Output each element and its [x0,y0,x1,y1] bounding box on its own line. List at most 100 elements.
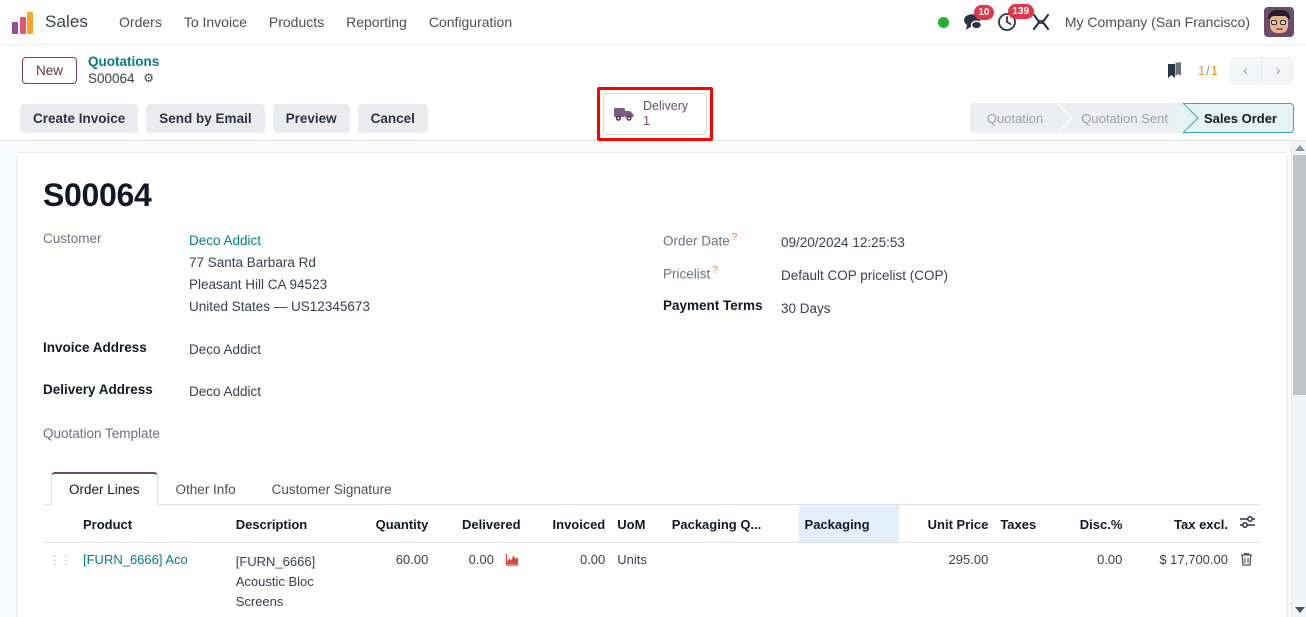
status-quotation[interactable]: Quotation [970,103,1059,133]
pager-next-button[interactable]: › [1262,56,1294,85]
gear-icon[interactable]: ⚙ [143,71,154,86]
payment-terms-value[interactable]: 30 Days [781,298,831,320]
pager-previous-button[interactable]: ‹ [1230,56,1262,85]
th-taxes[interactable]: Taxes [994,505,1057,544]
invoice-address-value[interactable]: Deco Addict [189,339,261,361]
th-product[interactable]: Product [77,505,230,544]
notebook-tabs: Order Lines Other Info Customer Signatur… [43,471,1261,506]
status-quotation-sent[interactable]: Quotation Sent [1059,103,1184,133]
quotation-template-label: Quotation Template [43,426,160,442]
th-packaging[interactable]: Packaging [798,505,900,544]
th-description[interactable]: Description [229,505,350,544]
menu-to-invoice[interactable]: To Invoice [173,8,258,36]
pricelist-label: Pricelist? [663,264,718,282]
form-scroll-area: S00064 Customer Deco Addict 77 Santa Bar… [0,141,1306,617]
field-pricelist: Pricelist? Default COP pricelist (COP) [663,265,1261,287]
pager-count[interactable]: 1/1 [1198,63,1218,78]
pager-separator: / [1206,63,1210,78]
messages-button[interactable]: 10 [963,5,994,31]
field-order-date: Order Date? 09/20/2024 12:25:53 [663,232,1261,254]
pricelist-value[interactable]: Default COP pricelist (COP) [781,265,948,287]
tab-other-info[interactable]: Other Info [158,472,254,505]
cell-uom[interactable]: Units [611,542,666,617]
scroll-down-icon[interactable] [1295,607,1305,613]
pricelist-help-icon[interactable]: ? [712,265,718,276]
cell-tax-excl: $ 17,700.00 [1128,542,1234,617]
activities-button[interactable]: 139 [997,4,1034,32]
invoice-address-label: Invoice Address [43,340,147,356]
tab-customer-signature[interactable]: Customer Signature [254,472,410,505]
breadcrumb: Quotations S00064 ⚙ [88,54,159,88]
trash-icon[interactable] [1240,553,1253,569]
cell-delete[interactable] [1234,542,1261,617]
status-sales-order[interactable]: Sales Order [1183,103,1294,133]
th-delivered[interactable]: Delivered [434,505,527,544]
th-tax-excl[interactable]: Tax excl. [1128,505,1234,544]
table-row[interactable]: ⋮⋮ [FURN_6666] Aco [FURN_6666] Acoustic … [43,542,1261,617]
customer-city: Pleasant Hill CA 94523 [189,276,328,292]
vertical-scrollbar[interactable] [1291,141,1306,617]
th-unit-price[interactable]: Unit Price [899,505,995,544]
cell-packaging[interactable] [798,542,900,617]
new-button[interactable]: New [22,57,78,84]
form-left-column: Customer Deco Addict 77 Santa Barbara Rd… [43,230,663,453]
create-invoice-button[interactable]: Create Invoice [20,103,139,133]
cell-delivered[interactable]: 0.00 [434,542,527,617]
cell-packaging-qty[interactable] [665,542,799,617]
menu-orders[interactable]: Orders [108,8,173,36]
breadcrumb-current: S00064 [88,70,135,86]
th-uom[interactable]: UoM [611,505,666,544]
cell-description[interactable]: [FURN_6666] Acoustic Bloc Screens [229,542,350,617]
order-date-help-icon[interactable]: ? [732,232,738,243]
menu-configuration[interactable]: Configuration [418,8,523,36]
forecast-report-icon[interactable] [505,554,521,569]
th-discount[interactable]: Disc.% [1056,505,1129,544]
delivered-value: 0.00 [468,552,494,568]
odoo-logo-icon[interactable] [12,10,36,34]
drag-handle-icon[interactable]: ⋮⋮ [49,553,72,567]
delivery-address-value[interactable]: Deco Addict [189,381,261,403]
cell-discount[interactable]: 0.00 [1056,542,1129,617]
field-delivery-address: Delivery Address Deco Addict [43,381,663,403]
cell-quantity[interactable]: 60.00 [349,542,435,617]
breadcrumb-quotations[interactable]: Quotations [88,54,159,71]
delivery-count: 1 [643,113,650,128]
cell-invoiced[interactable]: 0.00 [526,542,612,617]
row-drag-cell[interactable]: ⋮⋮ [43,542,77,617]
top-navbar: Sales Orders To Invoice Products Reporti… [0,0,1306,45]
th-invoiced[interactable]: Invoiced [526,505,612,544]
table-header-row: Product Description Quantity Delivered I… [43,505,1261,544]
cancel-button[interactable]: Cancel [357,103,428,133]
app-name[interactable]: Sales [45,12,88,32]
order-lines-table: Product Description Quantity Delivered I… [43,505,1261,617]
th-packaging-qty[interactable]: Packaging Q... [665,505,799,544]
tab-order-lines[interactable]: Order Lines [51,472,158,506]
avatar[interactable] [1264,7,1294,37]
scrollbar-thumb[interactable] [1293,155,1306,395]
pager: 1/1 ‹ › [1164,56,1294,85]
order-date-value[interactable]: 09/20/2024 12:25:53 [781,232,905,254]
send-by-email-button[interactable]: Send by Email [146,103,265,133]
control-panel-top: New Quotations S00064 ⚙ Delivery 1 1/1 ‹… [0,45,1306,141]
scroll-up-icon[interactable] [1295,145,1305,151]
field-quotation-template: Quotation Template [43,425,663,441]
preview-button[interactable]: Preview [272,103,350,133]
status-bar: Quotation Quotation Sent Sales Order [969,103,1294,133]
company-switcher[interactable]: My Company (San Francisco) [1065,14,1250,30]
cell-product[interactable]: [FURN_6666] Aco [77,542,230,617]
cell-unit-price[interactable]: 295.00 [899,542,995,617]
menu-products[interactable]: Products [258,8,335,36]
column-options-icon[interactable] [1240,516,1255,532]
customer-link[interactable]: Deco Addict [189,230,370,252]
delivery-smart-button[interactable]: Delivery 1 [603,93,707,135]
record-sheet: S00064 Customer Deco Addict 77 Santa Bar… [16,152,1288,617]
product-link[interactable]: [FURN_6666] Aco [83,552,195,567]
book-icon[interactable] [1164,60,1186,82]
customer-street: 77 Santa Barbara Rd [189,254,316,270]
menu-reporting[interactable]: Reporting [335,8,418,36]
green-dot-icon[interactable] [937,16,949,28]
payment-terms-label: Payment Terms [663,297,763,313]
wrench-icon[interactable] [1031,12,1051,32]
cell-taxes[interactable] [994,542,1057,617]
th-quantity[interactable]: Quantity [349,505,435,544]
